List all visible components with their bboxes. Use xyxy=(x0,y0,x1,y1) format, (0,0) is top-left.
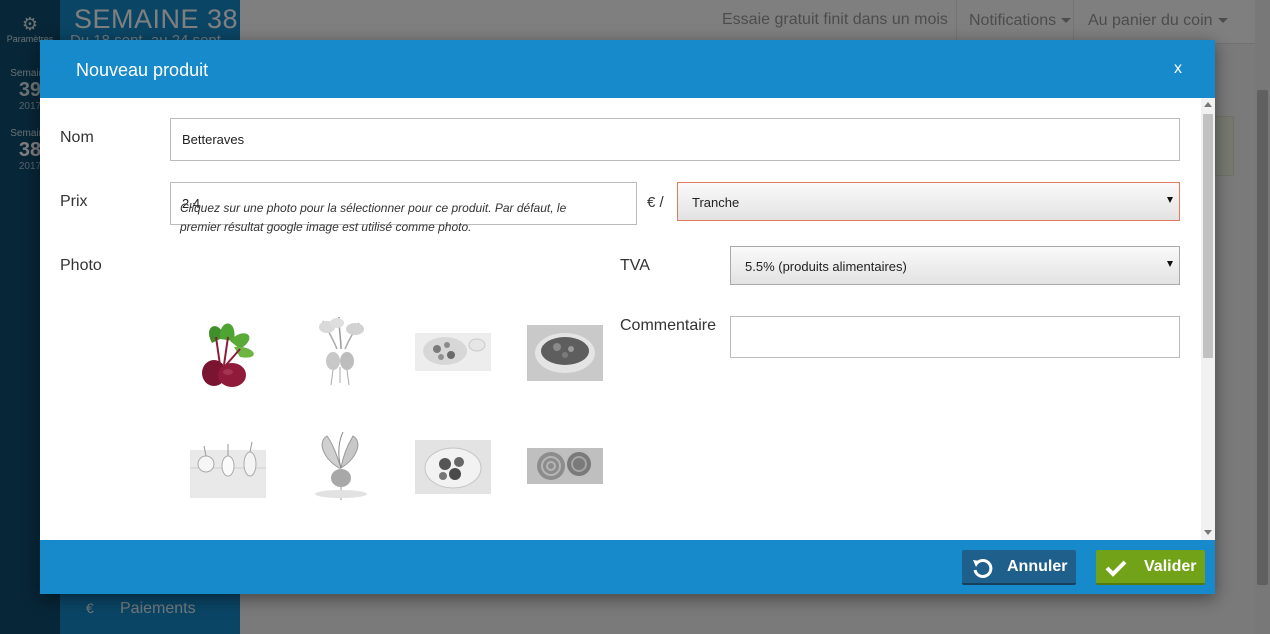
name-label: Nom xyxy=(60,129,94,146)
checkmark-icon xyxy=(1105,560,1127,577)
scrollbar-thumb[interactable] xyxy=(1203,114,1213,358)
vat-select[interactable]: 5.5% (produits alimentaires) xyxy=(730,246,1180,285)
dropdown-arrow-icon xyxy=(1167,197,1173,203)
new-product-modal: Nouveau produit x Nom Prix € / Tranche P… xyxy=(40,40,1215,594)
modal-scrollbar[interactable] xyxy=(1201,98,1215,540)
modal-title: Nouveau produit xyxy=(76,60,209,80)
close-button[interactable]: x xyxy=(1168,60,1188,80)
beet-dish-photo[interactable] xyxy=(415,428,491,504)
vat-label: TVA xyxy=(620,257,650,274)
price-unit-separator: € / xyxy=(647,194,664,211)
beet-salad-bowl-photo[interactable] xyxy=(527,315,603,391)
photo-label: Photo xyxy=(60,257,102,274)
sliced-beets-photo[interactable] xyxy=(527,428,603,504)
scroll-up-icon[interactable] xyxy=(1204,102,1212,107)
price-label: Prix xyxy=(60,193,88,210)
vat-select-value: 5.5% (produits alimentaires) xyxy=(745,259,907,274)
beetroot-photo[interactable] xyxy=(190,315,266,391)
comment-textarea[interactable] xyxy=(730,316,1180,358)
confirm-button-label: Valider xyxy=(1144,558,1197,575)
comment-label: Commentaire xyxy=(620,317,717,334)
unit-select[interactable]: Tranche xyxy=(677,182,1180,221)
name-input[interactable] xyxy=(170,118,1180,161)
beet-varieties-diagram-photo[interactable] xyxy=(190,428,266,504)
scroll-down-icon[interactable] xyxy=(1204,530,1212,535)
modal-footer: Annuler Valider xyxy=(40,540,1215,594)
cancel-button-label: Annuler xyxy=(1007,558,1068,575)
cancel-button[interactable]: Annuler xyxy=(962,550,1076,585)
dropdown-arrow-icon xyxy=(1167,261,1173,267)
unit-select-value: Tranche xyxy=(692,195,740,210)
beetroot-bunch-sketch-photo[interactable] xyxy=(303,315,379,391)
beet-salad-plate-photo[interactable] xyxy=(415,315,491,391)
photo-help-text: Cliquez sur une photo pour la sélectionn… xyxy=(180,201,567,234)
undo-icon xyxy=(973,558,993,578)
confirm-button[interactable]: Valider xyxy=(1096,550,1205,585)
modal-body: Nom Prix € / Tranche Photo Cliquez sur u… xyxy=(40,98,1215,540)
modal-header: Nouveau produit x xyxy=(40,40,1215,98)
beet-plant-illustration-photo[interactable] xyxy=(303,428,379,504)
